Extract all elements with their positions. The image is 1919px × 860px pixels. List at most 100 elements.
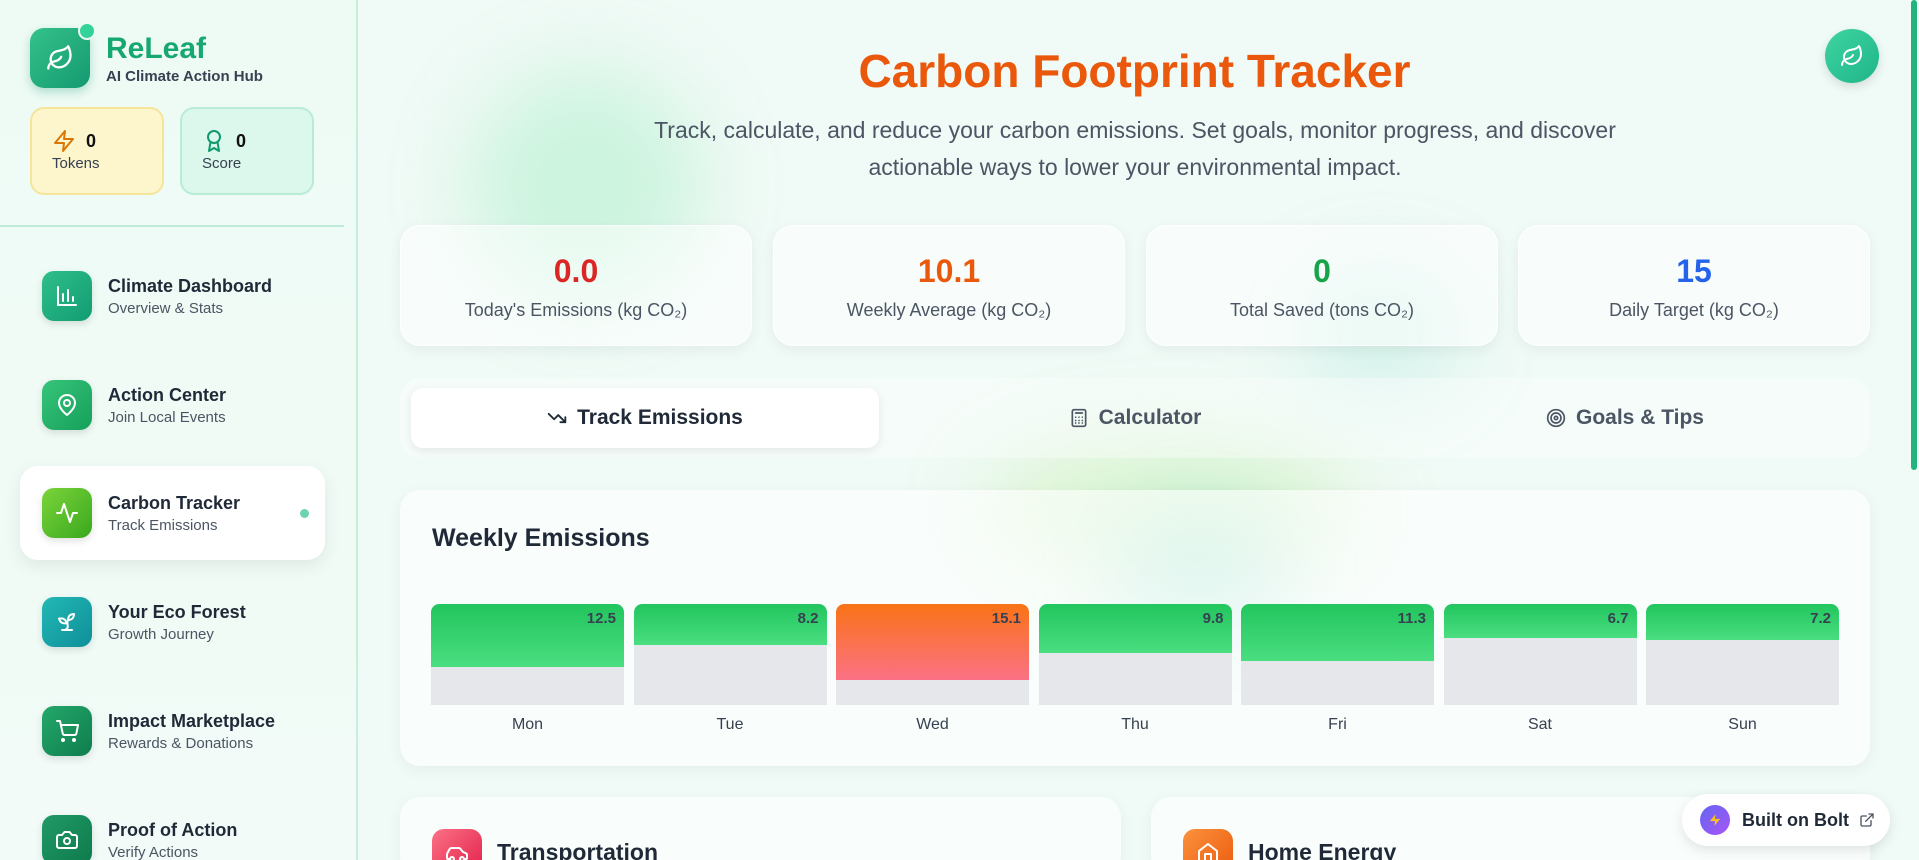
sidebar-item-subtitle: Rewards & Donations	[108, 734, 254, 752]
tab-label: Goals & Tips	[1576, 406, 1704, 429]
sidebar-item-title: Action Center	[108, 384, 227, 405]
metric-todays-emissions: 0.0 Today's Emissions (kg CO₂)	[400, 225, 752, 346]
sidebar-item-eco-forest[interactable]: Your Eco Forest Growth Journey	[20, 575, 325, 669]
bar-tue: 8.2	[633, 604, 827, 705]
status-dot	[78, 22, 96, 40]
bar-day-label: Tue	[716, 716, 744, 733]
sidebar-item-title: Carbon Tracker	[108, 492, 241, 513]
brand-name: ReLeaf	[106, 31, 207, 65]
bar-value-label: 12.5	[586, 610, 616, 627]
sidebar: ReLeaf AI Climate Action Hub 0 Tokens 0 …	[0, 0, 358, 860]
calculator-icon	[1071, 408, 1087, 428]
map-pin-icon	[42, 380, 92, 430]
bar-value-label: 8.2	[797, 610, 819, 627]
metric-label: Daily Target (kg CO₂)	[1609, 300, 1779, 320]
page-title: Carbon Footprint Tracker	[858, 45, 1411, 97]
leaf-icon	[1841, 45, 1862, 66]
bar-value-label: 11.3	[1397, 610, 1426, 627]
category-title: Home Energy	[1248, 839, 1397, 860]
sidebar-item-impact-marketplace[interactable]: Impact Marketplace Rewards & Donations	[20, 684, 325, 778]
metric-daily-target: 15 Daily Target (kg CO₂)	[1518, 225, 1870, 346]
metric-value: 0.0	[553, 253, 599, 289]
sidebar-item-subtitle: Join Local Events	[108, 408, 226, 426]
sidebar-item-subtitle: Overview & Stats	[108, 299, 224, 317]
award-icon	[207, 130, 221, 152]
tab-goals-tips[interactable]: Goals & Tips	[1391, 388, 1859, 448]
sprout-icon	[42, 597, 92, 647]
weekly-emissions-card: Weekly Emissions 12.5 Mon 8.2 Tue 15.1 Wed 9.8…	[400, 490, 1870, 766]
active-indicator	[300, 509, 309, 518]
metric-label: Total Saved (tons CO₂)	[1229, 300, 1415, 320]
sidebar-item-title: Impact Marketplace	[108, 710, 276, 731]
metric-value: 0	[1313, 253, 1331, 289]
bar-day-label: Fri	[1328, 716, 1347, 733]
metric-value: 15	[1676, 253, 1712, 289]
bar-mon: 12.5	[431, 604, 624, 705]
home-icon	[1183, 829, 1233, 860]
tab-label: Track Emissions	[577, 406, 743, 429]
metric-label: Today's Emissions (kg CO₂)	[464, 300, 688, 320]
target-icon	[1546, 408, 1566, 428]
built-on-bolt-badge[interactable]: Built on Bolt	[1682, 794, 1890, 846]
sidebar-item-proof-of-action[interactable]: Proof of Action Verify Actions	[20, 793, 325, 860]
brand-tagline: AI Climate Action Hub	[106, 67, 263, 85]
cart-icon	[42, 706, 92, 756]
tab-label: Calculator	[1098, 406, 1202, 429]
metric-label: Weekly Average (kg CO₂)	[846, 300, 1052, 320]
tab-track-emissions[interactable]: Track Emissions	[411, 388, 879, 448]
sidebar-item-climate-dashboard[interactable]: Climate Dashboard Overview & Stats	[20, 249, 325, 343]
bar-fri: 11.3	[1241, 604, 1434, 705]
score-label: Score	[202, 155, 242, 172]
sidebar-item-subtitle: Track Emissions	[108, 516, 218, 534]
weekly-emissions-title: Weekly Emissions	[432, 524, 650, 552]
sidebar-item-subtitle: Growth Journey	[108, 625, 214, 643]
tokens-stat: 0 Tokens	[30, 107, 164, 195]
brand[interactable]: ReLeaf AI Climate Action Hub	[30, 22, 263, 88]
trending-down-icon	[547, 412, 567, 424]
bar-wed: 15.1	[836, 604, 1029, 705]
bar-day-label: Thu	[1121, 716, 1149, 733]
bar-value-label: 6.7	[1607, 610, 1629, 627]
tokens-value: 0	[86, 130, 97, 151]
bar-value-label: 9.8	[1202, 610, 1224, 627]
car-icon	[432, 829, 482, 860]
lightning-icon	[54, 130, 74, 152]
sidebar-item-title: Your Eco Forest	[108, 601, 246, 622]
metric-weekly-average: 10.1 Weekly Average (kg CO₂)	[773, 225, 1125, 346]
bar-day-label: Sun	[1728, 716, 1757, 733]
camera-icon	[42, 815, 92, 860]
bar-value-label: 15.1	[991, 610, 1021, 627]
bar-sun: 7.2	[1646, 604, 1839, 705]
sidebar-item-subtitle: Verify Actions	[108, 843, 199, 860]
page-description: Track, calculate, and reduce your carbon…	[654, 117, 1616, 180]
page-scrollbar[interactable]	[1909, 0, 1919, 470]
bolt-logo-icon	[1700, 805, 1730, 835]
metric-total-saved: 0 Total Saved (tons CO₂)	[1146, 225, 1498, 346]
sidebar-item-title: Climate Dashboard	[108, 275, 273, 296]
activity-icon	[42, 488, 92, 538]
sidebar-item-carbon-tracker[interactable]: Carbon Tracker Track Emissions	[20, 466, 325, 560]
bolt-label: Built on Bolt	[1742, 809, 1849, 830]
category-title: Transportation	[497, 839, 659, 860]
category-transportation[interactable]: Transportation	[400, 797, 1121, 860]
tab-calculator[interactable]: Calculator	[901, 388, 1369, 448]
bar-chart-icon	[42, 271, 92, 321]
tokens-label: Tokens	[52, 155, 100, 172]
tab-bar: Track Emissions Calculator Goals & Tips	[400, 378, 1870, 458]
bar-value-label: 7.2	[1810, 610, 1831, 627]
bar-day-label: Wed	[916, 716, 949, 733]
bar-thu: 9.8	[1038, 604, 1232, 705]
scrollbar-thumb[interactable]	[1911, 0, 1917, 470]
sidebar-item-title: Proof of Action	[108, 819, 238, 840]
sidebar-item-action-center[interactable]: Action Center Join Local Events	[20, 358, 325, 452]
bar-day-label: Mon	[511, 716, 544, 733]
external-link-icon	[1860, 813, 1874, 827]
bar-day-label: Sat	[1527, 716, 1552, 733]
score-value: 0	[236, 130, 247, 151]
leaf-logo-icon	[30, 22, 96, 88]
sidebar-divider	[0, 225, 344, 227]
leaf-toggle-button[interactable]	[1825, 29, 1879, 83]
bar-sat: 6.7	[1443, 604, 1637, 705]
score-stat: 0 Score	[180, 107, 314, 195]
metric-value: 10.1	[917, 253, 981, 289]
